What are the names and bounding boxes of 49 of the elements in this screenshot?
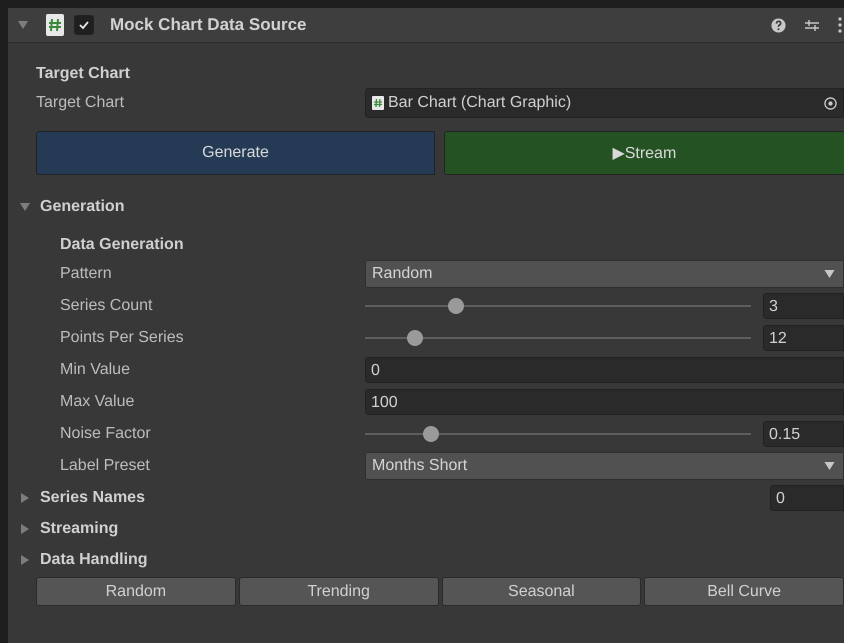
script-icon — [46, 14, 64, 36]
field-label: Pattern — [60, 265, 113, 283]
field-label: Points Per Series — [60, 329, 185, 347]
object-field[interactable]: Bar Chart (Chart Graphic) — [365, 88, 844, 118]
field-label: Max Value — [60, 393, 136, 411]
foldout-arrow-icon[interactable] — [18, 20, 28, 30]
help-icon[interactable] — [771, 18, 786, 32]
component-title: Mock Chart Data Source — [110, 15, 306, 35]
slider-thumb[interactable] — [422, 426, 439, 442]
foldout-title[interactable]: Series Names — [40, 488, 145, 506]
foldout-title[interactable]: Generation — [40, 198, 124, 216]
more-options-icon[interactable] — [838, 17, 842, 33]
dropdown[interactable]: Random — [365, 260, 844, 288]
foldout-title[interactable]: Data Handling — [40, 550, 148, 568]
field-label: Series Count — [60, 297, 154, 315]
number-field[interactable]: 0.15 — [763, 421, 844, 447]
field-label: Target Chart — [36, 94, 126, 112]
preset-button[interactable]: Trending — [238, 577, 438, 606]
number-field[interactable]: 0 — [365, 357, 844, 383]
slider-thumb[interactable] — [407, 330, 424, 346]
object-picker-icon[interactable] — [824, 96, 837, 110]
section-heading: Data Generation — [59, 235, 185, 255]
stream-button[interactable]: ▶Stream — [444, 131, 844, 175]
foldout-arrow-icon[interactable] — [20, 492, 30, 502]
preset-button[interactable]: Random — [36, 577, 236, 606]
dropdown-arrow-icon — [824, 462, 835, 470]
field-label: Noise Factor — [60, 425, 152, 443]
checkmark-icon — [78, 19, 90, 31]
field-label: Min Value — [60, 361, 131, 379]
field-label: Label Preset — [60, 457, 151, 475]
count-field[interactable]: 0 — [770, 484, 844, 510]
enable-checkbox[interactable] — [74, 15, 94, 35]
preset-button[interactable]: Bell Curve — [644, 577, 844, 606]
foldout-arrow-icon[interactable] — [20, 524, 30, 534]
number-field[interactable]: 3 — [763, 293, 844, 319]
section-heading: Target Chart — [35, 64, 131, 84]
foldout-arrow-icon[interactable] — [20, 554, 30, 564]
settings-sliders-icon[interactable] — [804, 17, 820, 33]
foldout-title[interactable]: Streaming — [40, 520, 118, 538]
preset-button[interactable]: Seasonal — [442, 577, 642, 606]
foldout-arrow-icon[interactable] — [20, 202, 30, 212]
object-field-value: Bar Chart (Chart Graphic) — [388, 94, 572, 112]
number-field[interactable]: 12 — [763, 325, 844, 351]
number-field[interactable]: 100 — [365, 389, 844, 415]
dropdown-arrow-icon — [824, 270, 835, 278]
generate-button[interactable]: Generate — [36, 131, 435, 175]
script-icon — [372, 96, 384, 110]
slider-thumb[interactable] — [448, 298, 464, 314]
dropdown[interactable]: Months Short — [365, 452, 844, 480]
